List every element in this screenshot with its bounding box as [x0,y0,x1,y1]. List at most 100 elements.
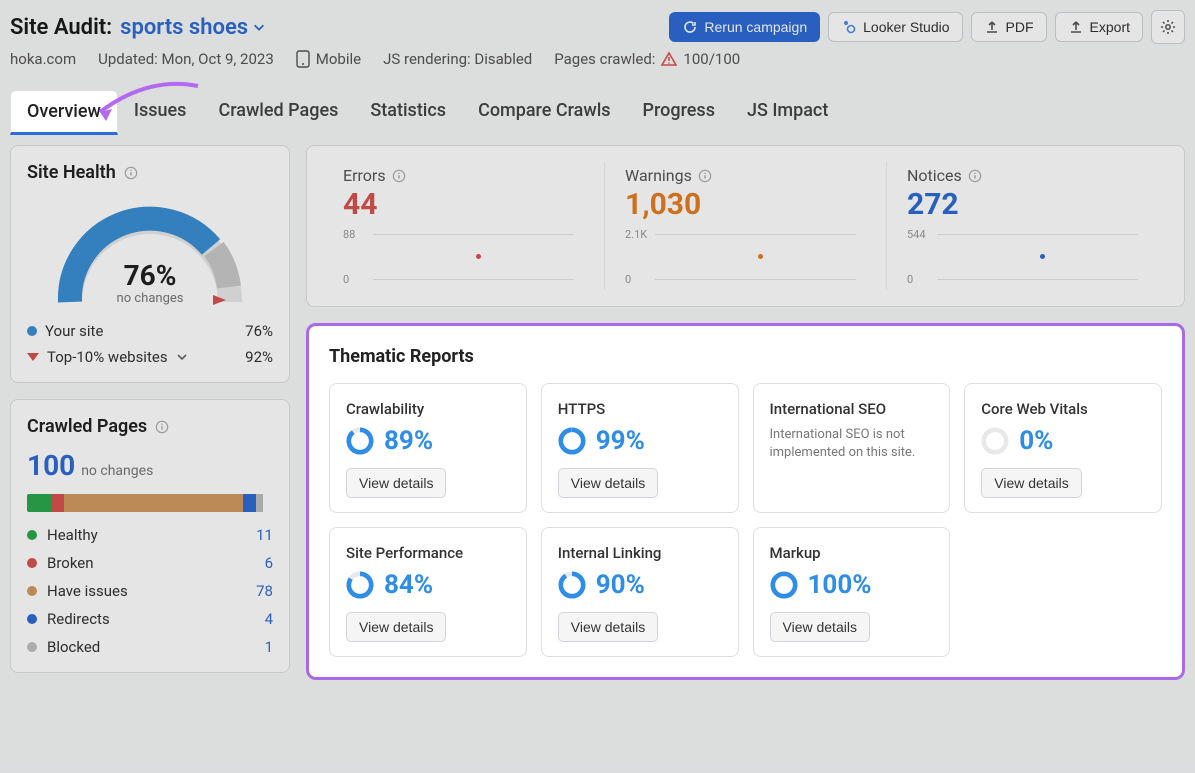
report-internal-linking: Internal Linking 90% View details [541,527,739,657]
report-title: Markup [770,544,934,562]
chevron-down-icon [176,351,188,363]
rerun-button[interactable]: Rerun campaign [669,12,820,42]
crawled-bar [27,494,273,512]
bar-segment [52,494,64,512]
tab-js-impact[interactable]: JS Impact [731,90,844,135]
gauge-percent: 76% [50,259,250,292]
info-icon[interactable] [968,169,982,183]
project-name: sports shoes [120,15,248,40]
looker-icon [841,19,857,35]
view-details-button[interactable]: View details [770,612,870,642]
tab-overview[interactable]: Overview [10,90,118,135]
legend-top-sites[interactable]: Top-10% websites 92% [27,348,273,366]
report-core-web-vitals: Core Web Vitals 0% View details [964,383,1162,513]
info-icon[interactable] [124,166,138,180]
report-percent: 99% [596,426,645,456]
meta-js: JS rendering: Disabled [383,50,532,68]
list-item[interactable]: Healthy11 [27,526,273,544]
tab-statistics[interactable]: Statistics [354,90,462,135]
report-crawlability: Crawlability 89% View details [329,383,527,513]
status-dot [27,614,37,624]
tab-compare-crawls[interactable]: Compare Crawls [462,90,626,135]
report-percent: 100% [808,570,872,600]
report-title: International SEO [770,400,934,418]
export-label: Export [1090,19,1130,35]
view-details-button[interactable]: View details [981,468,1081,498]
chevron-down-icon [252,20,266,34]
warnings-sparkline: 2.1K 0 [625,228,866,286]
report-title: Site Performance [346,544,510,562]
crawled-sub: no changes [81,463,153,479]
report-percent: 89% [384,426,433,456]
report-note: International SEO is not implemented on … [770,426,934,462]
looker-button[interactable]: Looker Studio [828,12,962,42]
list-item[interactable]: Blocked1 [27,638,273,656]
bar-segment [256,494,263,512]
triangle-down-icon [27,353,39,361]
thematic-title: Thematic Reports [329,346,1162,367]
status-dot [27,642,37,652]
notices-sparkline: 544 0 [907,228,1148,286]
meta-device: Mobile [296,50,361,68]
gear-icon [1160,19,1176,35]
project-selector[interactable]: sports shoes [120,15,266,40]
meta-crawled: Pages crawled: 100/100 [554,50,740,68]
report-title: Internal Linking [558,544,722,562]
report-title: Crawlability [346,400,510,418]
report-markup: Markup 100% View details [753,527,951,657]
tab-progress[interactable]: Progress [627,90,731,135]
bar-segment [243,494,255,512]
crawled-pages-card: Crawled Pages 100 no changes Healthy11 Br… [10,399,290,673]
stats-card: Errors 44 88 0 Warnings 1,030 2.1K 0 [306,145,1185,307]
view-details-button[interactable]: View details [346,612,446,642]
report-percent: 90% [596,570,645,600]
donut-icon [558,427,586,455]
warning-icon [661,51,677,67]
upload-icon [1068,19,1084,35]
site-health-gauge: 76% no changes [50,197,250,312]
rerun-label: Rerun campaign [704,19,807,35]
mobile-icon [296,50,310,68]
thematic-reports-card: Thematic Reports Crawlability 89% View det… [306,323,1185,680]
crawled-title: Crawled Pages [27,416,147,437]
stat-errors[interactable]: Errors 44 88 0 [323,162,605,290]
pdf-button[interactable]: PDF [971,12,1047,42]
info-icon[interactable] [392,169,406,183]
stat-notices[interactable]: Notices 272 544 0 [887,162,1168,290]
report-https: HTTPS99%View details [541,383,739,513]
view-details-button[interactable]: View details [558,468,658,498]
warnings-value: 1,030 [625,187,866,222]
info-icon[interactable] [155,420,169,434]
donut-icon [346,427,374,455]
upload-icon [984,19,1000,35]
list-item[interactable]: Broken6 [27,554,273,572]
report-title: Core Web Vitals [981,400,1145,418]
report-percent: 84% [384,570,433,600]
site-health-card: Site Health 76% no changes Your [10,145,290,383]
pdf-label: PDF [1006,19,1034,35]
report-site-performance: Site Performance 84% View details [329,527,527,657]
legend-your-site: Your site 76% [27,322,273,340]
report-percent: 0% [1019,426,1053,456]
settings-button[interactable] [1151,10,1185,44]
meta-domain: hoka.com [10,50,76,68]
stat-warnings[interactable]: Warnings 1,030 2.1K 0 [605,162,887,290]
refresh-icon [682,19,698,35]
notices-value: 272 [907,187,1148,222]
donut-icon [558,571,586,599]
list-item[interactable]: Redirects4 [27,610,273,628]
list-item[interactable]: Have issues78 [27,582,273,600]
export-button[interactable]: Export [1055,12,1143,42]
tab-issues[interactable]: Issues [118,90,203,135]
errors-sparkline: 88 0 [343,228,584,286]
crawled-count: 100 [27,449,75,482]
meta-row: hoka.com Updated: Mon, Oct 9, 2023 Mobil… [10,50,1185,80]
status-dot [27,558,37,568]
tab-crawled-pages[interactable]: Crawled Pages [202,90,354,135]
view-details-button[interactable]: View details [558,612,658,642]
view-details-button[interactable]: View details [346,468,446,498]
info-icon[interactable] [698,169,712,183]
looker-label: Looker Studio [863,19,949,35]
report-international-seo: International SEO International SEO is no… [753,383,951,513]
status-dot [27,530,37,540]
